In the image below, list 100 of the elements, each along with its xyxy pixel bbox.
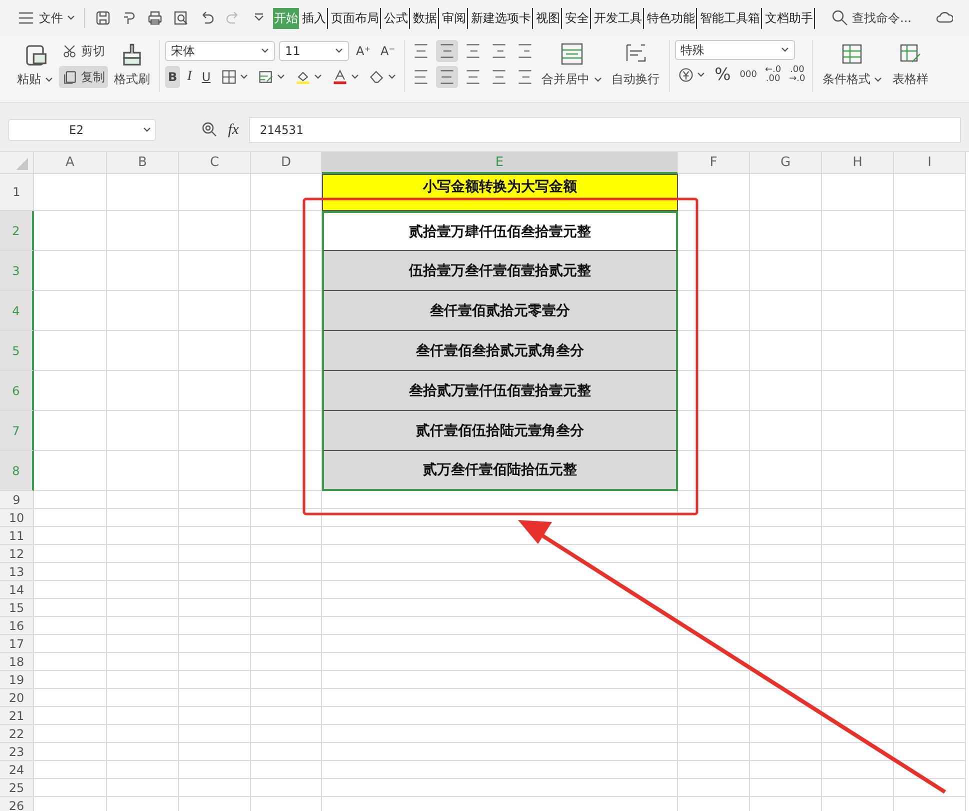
file-menu[interactable]: 文件 [14, 7, 78, 29]
brush-icon [120, 42, 144, 66]
caret-icon [276, 73, 285, 81]
copy-button[interactable]: 复制 [59, 66, 108, 88]
table-cell [894, 291, 966, 331]
table-cell [251, 779, 322, 797]
bold-button[interactable]: B [165, 66, 180, 88]
ribbon-tab[interactable]: 插入 [301, 8, 328, 28]
alignment-button[interactable] [436, 40, 458, 62]
column-header[interactable]: A [34, 152, 107, 174]
row-header[interactable]: 15 [0, 599, 34, 617]
column-header[interactable]: D [251, 152, 322, 174]
ribbon-tab[interactable]: 数据 [412, 8, 439, 28]
table-cell [822, 689, 894, 707]
paste-button[interactable]: 粘贴 [13, 40, 57, 90]
ribbon-tab[interactable]: 开发工具 [593, 8, 644, 28]
underline-button[interactable]: U [198, 66, 214, 88]
align-top-icon [412, 43, 429, 59]
ribbon-tab[interactable]: 视图 [535, 8, 562, 28]
table-cell [107, 371, 179, 411]
row-header[interactable]: 23 [0, 743, 34, 761]
row-header[interactable]: 10 [0, 509, 34, 527]
percent-button[interactable]: % [712, 64, 734, 86]
row-header[interactable]: 19 [0, 671, 34, 689]
table-cell [822, 725, 894, 743]
ribbon-tab[interactable]: 审阅 [441, 8, 468, 28]
table-cell [678, 211, 750, 251]
table-cell [179, 174, 251, 211]
table-cell [107, 174, 179, 211]
table-cell [107, 653, 179, 671]
table-cell [750, 599, 822, 617]
table-cell [107, 635, 179, 653]
align-left-icon [412, 69, 429, 85]
increase-decimal-button[interactable]: ←.0 .00 [762, 64, 784, 86]
row-header[interactable]: 22 [0, 725, 34, 743]
format-painter-button[interactable]: 格式刷 [110, 40, 154, 90]
table-cell [251, 671, 322, 689]
row-header[interactable]: 16 [0, 617, 34, 635]
search-command[interactable]: 查找命令... [831, 9, 912, 27]
table-cell [894, 491, 966, 509]
font-size-select[interactable]: 11 [279, 41, 349, 61]
column-header[interactable]: C [179, 152, 251, 174]
ribbon-tab[interactable]: 智能工具箱 [699, 8, 762, 28]
conditional-format-button[interactable]: 条件格式 [818, 40, 886, 90]
column-header[interactable]: H [822, 152, 894, 174]
caret-icon [594, 76, 602, 84]
table-cell [179, 617, 251, 635]
row-header[interactable]: 9 [0, 491, 34, 509]
table-cell [678, 635, 750, 653]
table-cell: 叁仟壹佰叁拾贰元贰角叁分 [322, 331, 678, 371]
table-cell [179, 635, 251, 653]
table-cell [251, 653, 322, 671]
ribbon-tab[interactable]: 特色功能 [646, 8, 697, 28]
column-header[interactable]: I [894, 152, 966, 174]
column-header[interactable]: G [750, 152, 822, 174]
row-header[interactable]: 20 [0, 689, 34, 707]
table-cell [894, 451, 966, 491]
table-cell [894, 761, 966, 779]
shrink-font-button[interactable]: A⁻ [378, 40, 398, 62]
table-style-button[interactable]: 表格样 [888, 40, 932, 90]
table-cell [822, 545, 894, 563]
row-header[interactable]: 14 [0, 581, 34, 599]
row-header[interactable]: 26 [0, 797, 34, 811]
row-header[interactable]: 1 [0, 174, 34, 211]
magnifier-page-icon [172, 9, 190, 27]
function-label[interactable]: fx [228, 122, 239, 138]
row-header[interactable]: 13 [0, 563, 34, 581]
ribbon-tab[interactable]: 页面布局 [330, 8, 381, 28]
ribbon-tab[interactable]: 安全 [564, 8, 591, 28]
italic-button[interactable]: I [184, 66, 195, 88]
formula-field[interactable]: 214531 [248, 117, 961, 143]
ribbon-tab[interactable]: 公式 [383, 8, 410, 28]
row-header[interactable]: 18 [0, 653, 34, 671]
merge-center-button[interactable]: 合并居中 [538, 40, 606, 90]
name-box[interactable]: E2 [8, 119, 156, 141]
font-select[interactable]: 宋体 [165, 41, 275, 61]
thousands-button[interactable]: 000 [738, 68, 759, 82]
row-header[interactable]: 11 [0, 527, 34, 545]
decrease-decimal-button[interactable]: .00 →.0 [787, 64, 808, 86]
column-header[interactable]: F [678, 152, 750, 174]
table-cell [251, 527, 322, 545]
column-header[interactable]: B [107, 152, 179, 174]
row-header[interactable]: 17 [0, 635, 34, 653]
alignment-button[interactable] [436, 66, 458, 88]
table-cell [179, 251, 251, 291]
wrap-text-button[interactable]: 自动换行 [608, 40, 664, 90]
row-header[interactable]: 25 [0, 779, 34, 797]
row-header[interactable]: 21 [0, 707, 34, 725]
table-cell [750, 761, 822, 779]
row-header[interactable]: 12 [0, 545, 34, 563]
number-format-select[interactable]: 特殊 [674, 40, 795, 60]
table-cell [251, 707, 322, 725]
ribbon-tab[interactable]: 文档助手 [764, 8, 815, 28]
row-header[interactable]: 24 [0, 761, 34, 779]
cut-button[interactable]: 剪切 [59, 40, 108, 62]
table-cell [678, 617, 750, 635]
caret-icon [314, 73, 322, 81]
ribbon-tab[interactable]: 新建选项卡 [470, 8, 533, 28]
table-cell [678, 251, 750, 291]
grow-font-button[interactable]: A⁺ [353, 40, 374, 62]
